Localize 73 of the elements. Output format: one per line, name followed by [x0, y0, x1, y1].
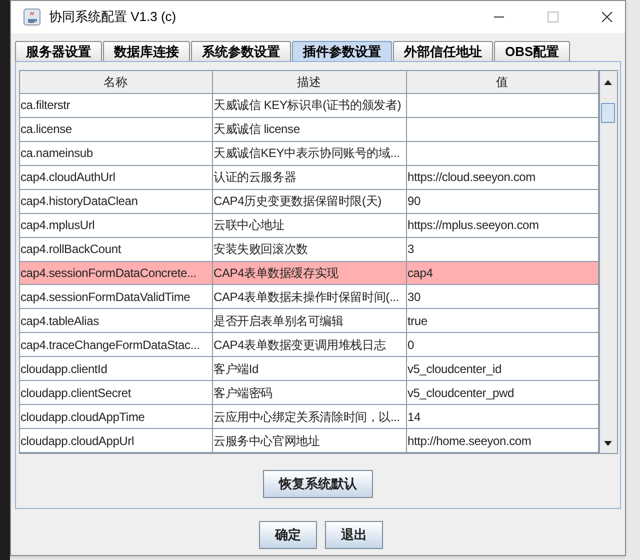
table-row[interactable]: cloudapp.cloudAppTime 云应用中心绑定关系清除时间，以... 14	[20, 405, 598, 430]
table-cell-text: cap4.tableAlias	[20, 312, 99, 330]
table-cell-text: https://cloud.seeyon.com	[408, 169, 536, 186]
table-row[interactable]: cap4.mplusUrl 云联中心地址 https://mplus.seeyon.com	[20, 214, 598, 238]
table-cell-text: 14	[408, 408, 420, 426]
table-cell-text: 安装失败回滚次数	[214, 241, 308, 258]
table-cell-text: 是否开启表单别名可编辑	[214, 312, 344, 330]
table-cell-text: 3	[408, 241, 414, 258]
tab[interactable]: 外部信任地址	[393, 41, 493, 61]
table-cell-text: 30	[408, 288, 420, 306]
table-cell-text: CAP4表单数据变更调用堆栈日志	[214, 336, 386, 354]
table-cell-text: 云服务中心官网地址	[214, 432, 320, 450]
table-row[interactable]: cap4.rollBackCount 安装失败回滚次数 3	[20, 238, 598, 262]
tab[interactable]: 服务器设置	[15, 41, 102, 61]
tab[interactable]: 插件参数设置	[292, 41, 392, 61]
table-cell-text: cap4	[408, 264, 433, 282]
table-cell-text: cap4.sessionFormDataConcrete...	[20, 264, 196, 282]
table-cell-text: ca.license	[20, 121, 72, 138]
table-cell-text: true	[408, 312, 428, 330]
table-cell-text: http://home.seeyon.com	[408, 432, 532, 450]
table-cell-text: v5_cloudcenter_pwd	[408, 384, 514, 402]
column-header[interactable]: 名称	[20, 71, 212, 93]
restore-defaults-button[interactable]: 恢复系统默认	[263, 470, 373, 498]
java-cup-icon	[23, 8, 41, 26]
table-row[interactable]: cap4.traceChangeFormDataStac... CAP4表单数据变更调用堆栈日志 0	[20, 333, 598, 358]
table-cell-text: cap4.traceChangeFormDataStac...	[20, 336, 200, 354]
close-icon[interactable]	[601, 11, 613, 23]
table-cell-text: 天威诚信KEY中表示协同账号的域...	[214, 145, 400, 162]
table-cell-text: cap4.rollBackCount	[20, 241, 121, 258]
table-cell-text: 认证的云服务器	[214, 169, 296, 186]
column-header[interactable]: 描述	[212, 71, 406, 93]
table-cell-text: 云应用中心绑定关系清除时间，以...	[214, 408, 400, 426]
tab[interactable]: 数据库连接	[103, 41, 190, 61]
table-cell-text: CAP4表单数据未操作时保留时间(...	[214, 288, 399, 306]
table-cell-text: https://mplus.seeyon.com	[408, 217, 539, 234]
table-cell-text: v5_cloudcenter_id	[408, 360, 502, 378]
table-cell-text: cloudapp.cloudAppTime	[20, 408, 145, 426]
table-row[interactable]: cap4.sessionFormDataValidTime CAP4表单数据未操作时保留时间(... 30	[20, 285, 598, 310]
table-cell-text: 天威诚信 license	[214, 121, 300, 138]
tab[interactable]: OBS配置	[494, 41, 570, 61]
table-cell-text: ca.nameinsub	[20, 145, 93, 162]
table-cell-text: 客户端密码	[214, 384, 273, 402]
table-row[interactable]: ca.license 天威诚信 license	[20, 118, 598, 142]
ok-button[interactable]: 确定	[259, 521, 317, 549]
table-row[interactable]: ca.nameinsub 天威诚信KEY中表示协同账号的域...	[20, 142, 598, 166]
table-cell-text: ca.filterstr	[20, 97, 70, 114]
table-row[interactable]: ca.filterstr 天威诚信 KEY标识串(证书的颁发者)	[20, 94, 598, 118]
table-cell-text: cap4.sessionFormDataValidTime	[20, 288, 190, 306]
table-cell-text: cloudapp.clientSecret	[20, 384, 132, 402]
table-row[interactable]: cloudapp.clientSecret 客户端密码 v5_cloudcenter_pwd	[20, 381, 598, 406]
scrollbar[interactable]	[598, 71, 616, 453]
table-cell-text: cap4.mplusUrl	[20, 217, 95, 234]
table-row[interactable]: cloudapp.clientId 客户端Id v5_cloudcenter_id	[20, 357, 598, 382]
exit-button[interactable]: 退出	[325, 521, 383, 549]
table-row[interactable]: cap4.tableAlias 是否开启表单别名可编辑 true	[20, 309, 598, 334]
table-row[interactable]: cap4.cloudAuthUrl 认证的云服务器 https://cloud.seeyon.com	[20, 166, 598, 190]
table-row[interactable]: cloudapp.cloudAppUrl 云服务中心官网地址 http://home.seeyon.com	[20, 429, 598, 453]
table-cell-text: cap4.historyDataClean	[20, 193, 138, 210]
table-cell-text: CAP4历史变更数据保留时限(天)	[214, 193, 382, 210]
table-cell-text: 0	[408, 336, 414, 354]
table-cell-text: 云联中心地址	[214, 217, 284, 234]
table-cell-text: cap4.cloudAuthUrl	[20, 169, 116, 186]
table-cell-text: cloudapp.cloudAppUrl	[20, 432, 134, 450]
table-cell-text: cloudapp.clientId	[20, 360, 108, 378]
table-row[interactable]: cap4.sessionFormDataConcrete... CAP4表单数据缓存实现 cap4	[20, 262, 598, 286]
table-cell-text: 客户端Id	[214, 360, 259, 378]
table-cell-text: 天威诚信 KEY标识串(证书的颁发者)	[214, 97, 402, 114]
table-row[interactable]: cap4.historyDataClean CAP4历史变更数据保留时限(天) 90	[20, 190, 598, 214]
scroll-thumb[interactable]	[601, 103, 615, 123]
table-cell-text: CAP4表单数据缓存实现	[214, 264, 338, 282]
table-cell-text: 90	[408, 193, 420, 210]
window-title: 协同系统配置 V1.3 (c)	[49, 8, 176, 26]
tab[interactable]: 系统参数设置	[191, 41, 291, 61]
